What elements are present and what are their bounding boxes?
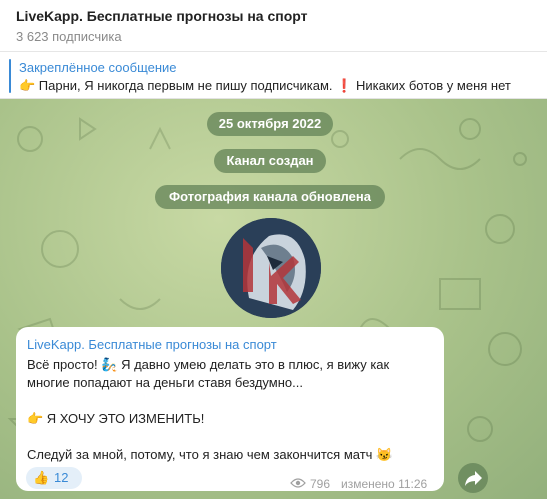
chat-area: 25 октября 2022 Канал создан Фотография … (0, 99, 547, 499)
service-message-created: Канал создан (214, 149, 326, 173)
message-line-1: Всё просто! 🧞 Я давно умею делать это в … (27, 357, 390, 372)
date-separator: 25 октября 2022 (207, 112, 333, 136)
share-button[interactable] (458, 463, 488, 493)
views-eye-icon (290, 478, 306, 488)
pinned-text: 👉 Парни, Я никогда первым не пишу подпис… (19, 78, 511, 93)
pinned-message-bar[interactable]: Закреплённое сообщение 👉 Парни, Я никогд… (0, 52, 547, 99)
message-edited-time: изменено 11:26 (341, 477, 428, 491)
chat-header[interactable]: LiveKapp. Бесплатные прогнозы на спорт 3… (0, 0, 547, 52)
message-line-3: 👉 Я ХОЧУ ЭТО ИЗМЕНИТЬ! (27, 411, 205, 426)
reaction-thumbs-up[interactable]: 👍 12 (26, 467, 82, 489)
channel-photo[interactable] (221, 218, 321, 318)
pinned-title: Закреплённое сообщение (19, 60, 177, 75)
message-bubble[interactable]: LiveKapp. Бесплатные прогнозы на спорт В… (16, 327, 444, 491)
message-line-4: Следуй за мной, потому, что я знаю чем з… (27, 447, 393, 462)
message-author[interactable]: LiveKapp. Бесплатные прогнозы на спорт (27, 337, 277, 352)
share-arrow-icon (465, 471, 482, 486)
channel-title[interactable]: LiveKapp. Бесплатные прогнозы на спорт (16, 8, 308, 24)
thumbs-up-icon: 👍 (33, 470, 50, 485)
reaction-count: 12 (54, 470, 69, 485)
message-line-2: многие попадают на деньги ставя бездумно… (27, 375, 303, 390)
subscriber-count: 3 623 подписчика (16, 29, 122, 44)
service-message-photo-updated: Фотография канала обновлена (155, 185, 385, 209)
pinned-indicator (9, 59, 11, 93)
views-count: 796 (310, 477, 331, 491)
channel-logo-icon (221, 218, 321, 318)
